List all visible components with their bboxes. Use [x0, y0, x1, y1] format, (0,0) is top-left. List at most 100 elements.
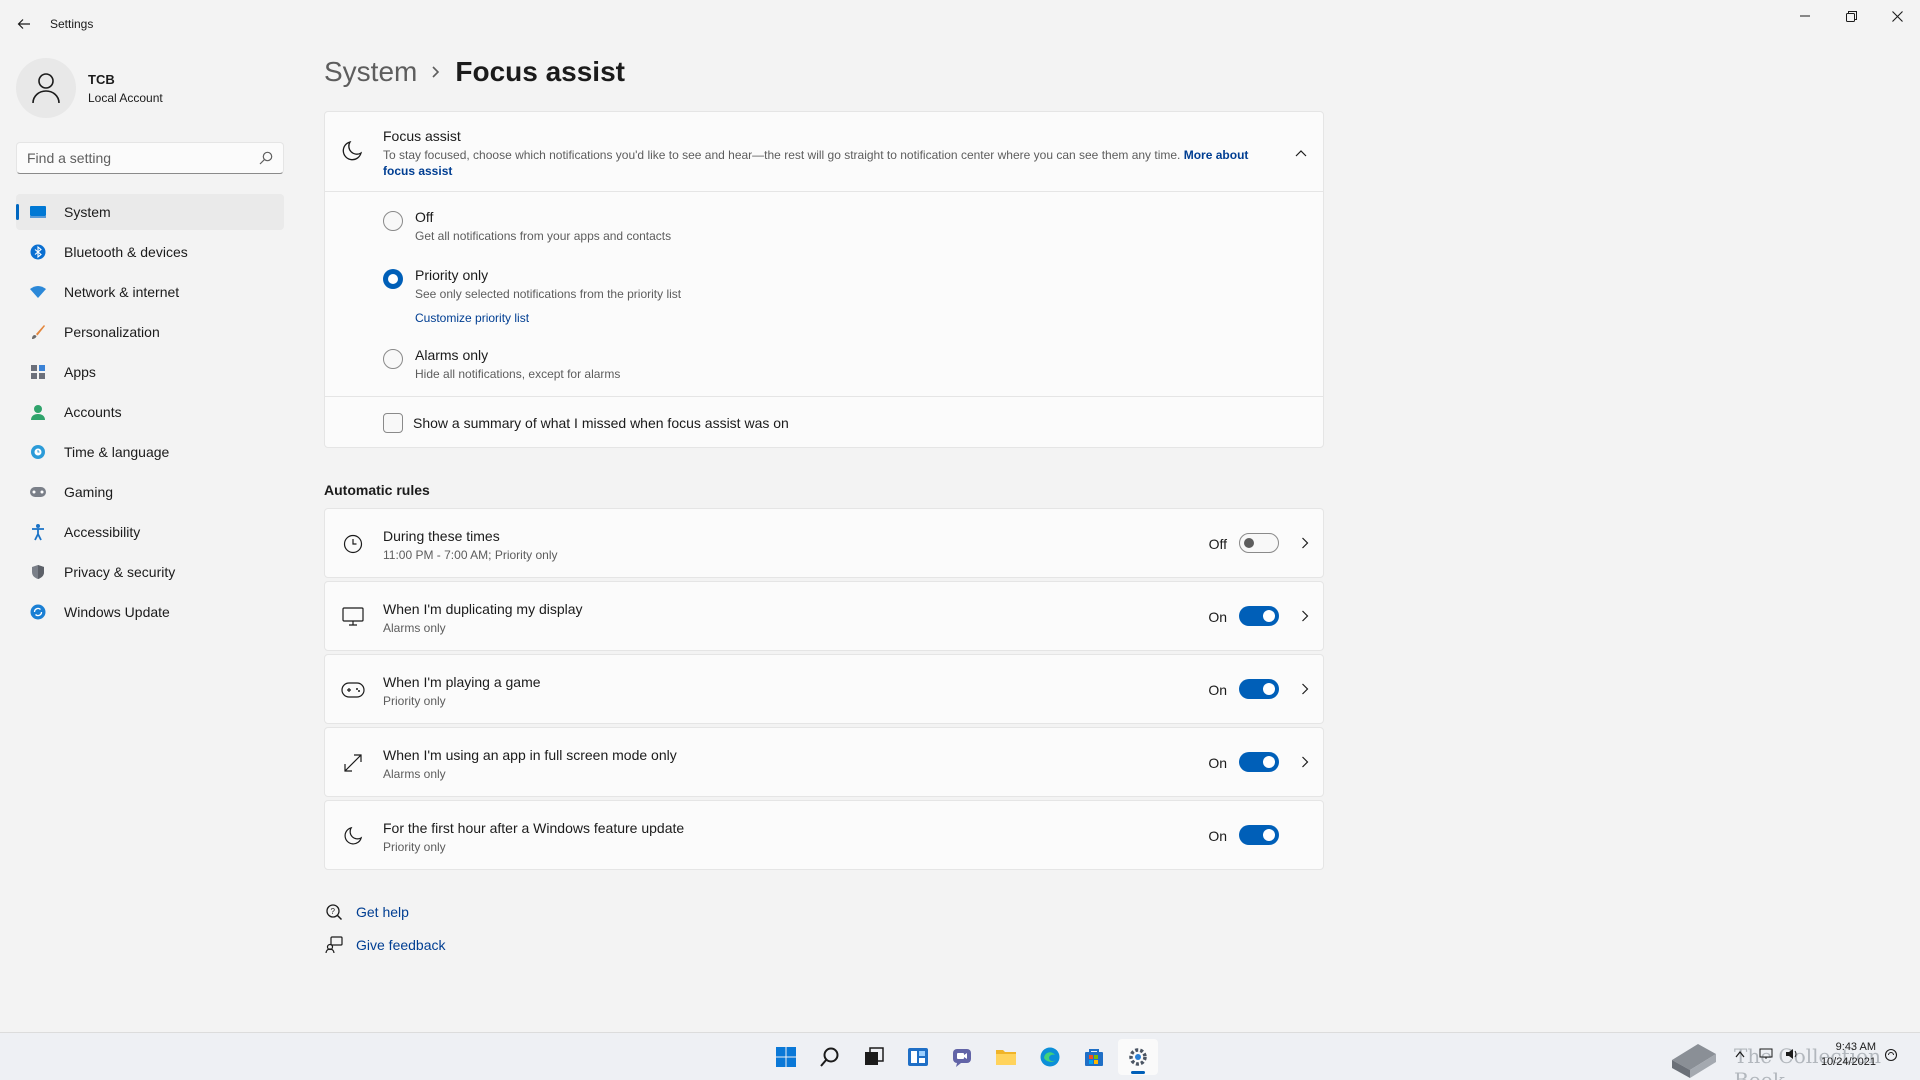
- sidebar-item-personalization[interactable]: Personalization: [16, 314, 284, 350]
- start-icon[interactable]: [766, 1039, 806, 1075]
- page-title: Focus assist: [455, 56, 625, 87]
- sidebar-item-apps[interactable]: Apps: [16, 354, 284, 390]
- rule-feature-update: For the first hour after a Windows featu…: [324, 800, 1324, 870]
- volume-icon[interactable]: [1782, 1044, 1802, 1064]
- search-icon[interactable]: [259, 151, 273, 165]
- customize-priority-list-link[interactable]: Customize priority list: [415, 311, 529, 325]
- accounts-icon: [28, 402, 48, 422]
- rule-during-these-times[interactable]: During these times 11:00 PM - 7:00 AM; P…: [324, 508, 1324, 578]
- restore-button[interactable]: [1828, 0, 1874, 32]
- sidebar-item-label: Network & internet: [64, 284, 180, 300]
- moon-icon: [341, 824, 365, 848]
- rule-full-screen[interactable]: When I'm using an app in full screen mod…: [324, 727, 1324, 797]
- get-help-link[interactable]: Get help: [356, 904, 409, 920]
- divider: [325, 396, 1323, 397]
- close-button[interactable]: [1874, 0, 1920, 32]
- focus-assist-card: Focus assist To stay focused, choose whi…: [324, 111, 1324, 448]
- radio-priority-only[interactable]: [383, 269, 403, 289]
- profile-name: TCB: [88, 71, 115, 87]
- rule-toggle[interactable]: [1239, 752, 1279, 772]
- wifi-icon: [28, 282, 48, 302]
- sidebar-item-time-language[interactable]: Time & language: [16, 434, 284, 470]
- bluetooth-icon: [28, 242, 48, 262]
- task-view-icon[interactable]: [854, 1039, 894, 1075]
- toggle-state-label: On: [1208, 828, 1227, 844]
- focus-assist-title: Focus assist: [383, 128, 461, 144]
- help-icon: ?: [324, 902, 344, 922]
- rule-playing-game[interactable]: When I'm playing a game Priority only On: [324, 654, 1324, 724]
- minimize-icon: [1800, 15, 1810, 17]
- toggle-state-label: On: [1208, 682, 1227, 698]
- summary-checkbox[interactable]: [383, 413, 403, 433]
- apps-icon: [28, 362, 48, 382]
- chevron-right-icon[interactable]: [1301, 682, 1309, 701]
- chevron-up-icon[interactable]: [1730, 1044, 1750, 1064]
- sidebar-item-bluetooth[interactable]: Bluetooth & devices: [16, 234, 284, 270]
- automatic-rules-heading: Automatic rules: [324, 482, 430, 498]
- sidebar-item-windows-update[interactable]: Windows Update: [16, 594, 284, 630]
- edge-icon[interactable]: [1030, 1039, 1070, 1075]
- system-icon: [28, 202, 48, 222]
- settings-icon[interactable]: [1118, 1039, 1158, 1075]
- sidebar-item-accounts[interactable]: Accounts: [16, 394, 284, 430]
- network-tray-icon[interactable]: [1756, 1044, 1776, 1064]
- breadcrumb-parent[interactable]: System: [324, 56, 417, 88]
- chat-icon[interactable]: [942, 1039, 982, 1075]
- title-bar: Settings: [0, 0, 1920, 48]
- give-feedback-row[interactable]: Give feedback: [324, 935, 446, 955]
- sidebar-item-system[interactable]: System: [16, 194, 284, 230]
- sidebar-item-label: Windows Update: [64, 604, 170, 620]
- rule-toggle[interactable]: [1239, 825, 1279, 845]
- taskbar: [0, 1032, 1920, 1080]
- breadcrumb-separator-icon: [431, 65, 441, 79]
- focus-assist-description: To stay focused, choose which notificati…: [383, 147, 1263, 179]
- notification-icon[interactable]: [1884, 1048, 1898, 1062]
- option-alarms-only[interactable]: Alarms only Hide all notifications, exce…: [383, 347, 620, 381]
- search-input[interactable]: [27, 150, 259, 166]
- sidebar-item-label: Time & language: [64, 444, 170, 460]
- fullscreen-icon: [341, 751, 365, 775]
- file-explorer-icon[interactable]: [986, 1039, 1026, 1075]
- book-watermark-icon: [1672, 1044, 1716, 1078]
- chevron-up-icon[interactable]: [1295, 144, 1307, 162]
- back-button[interactable]: [12, 12, 36, 36]
- option-off[interactable]: Off Get all notifications from your apps…: [383, 209, 671, 243]
- search-icon[interactable]: [810, 1039, 850, 1075]
- radio-off[interactable]: [383, 211, 403, 231]
- gamepad-icon: [341, 678, 365, 702]
- rule-title: When I'm playing a game: [383, 674, 541, 690]
- rule-toggle[interactable]: [1239, 606, 1279, 626]
- sidebar-item-privacy[interactable]: Privacy & security: [16, 554, 284, 590]
- chevron-right-icon[interactable]: [1301, 755, 1309, 774]
- rule-title: During these times: [383, 528, 500, 544]
- chevron-right-icon[interactable]: [1301, 609, 1309, 628]
- rule-duplicating-display[interactable]: When I'm duplicating my display Alarms o…: [324, 581, 1324, 651]
- avatar: [16, 58, 76, 118]
- minimize-button[interactable]: [1782, 0, 1828, 32]
- clock-time: 9:43 AM: [1835, 1041, 1876, 1053]
- gamepad-icon: [28, 482, 48, 502]
- clock-icon: [341, 532, 365, 556]
- option-priority-only[interactable]: Priority only See only selected notifica…: [383, 267, 681, 327]
- get-help-row[interactable]: ? Get help: [324, 902, 409, 922]
- rule-toggle[interactable]: [1239, 679, 1279, 699]
- shield-icon: [28, 562, 48, 582]
- clock[interactable]: 9:43 AM 10/24/2021: [1814, 1040, 1876, 1070]
- focus-assist-header[interactable]: Focus assist To stay focused, choose whi…: [325, 112, 1323, 192]
- give-feedback-link[interactable]: Give feedback: [356, 937, 446, 953]
- summary-option[interactable]: Show a summary of what I missed when foc…: [383, 413, 789, 433]
- widgets-icon[interactable]: [898, 1039, 938, 1075]
- globe-clock-icon: [28, 442, 48, 462]
- chevron-right-icon[interactable]: [1301, 536, 1309, 555]
- rule-toggle[interactable]: [1239, 533, 1279, 553]
- search-box[interactable]: [16, 142, 284, 174]
- sidebar-item-network[interactable]: Network & internet: [16, 274, 284, 310]
- radio-alarms-only[interactable]: [383, 349, 403, 369]
- sidebar-item-label: Accounts: [64, 404, 122, 420]
- user-profile[interactable]: TCB Local Account: [16, 58, 163, 118]
- sidebar-item-accessibility[interactable]: Accessibility: [16, 514, 284, 550]
- sidebar-item-gaming[interactable]: Gaming: [16, 474, 284, 510]
- store-icon[interactable]: [1074, 1039, 1114, 1075]
- toggle-state-label: Off: [1208, 536, 1227, 552]
- option-description: Get all notifications from your apps and…: [415, 229, 672, 243]
